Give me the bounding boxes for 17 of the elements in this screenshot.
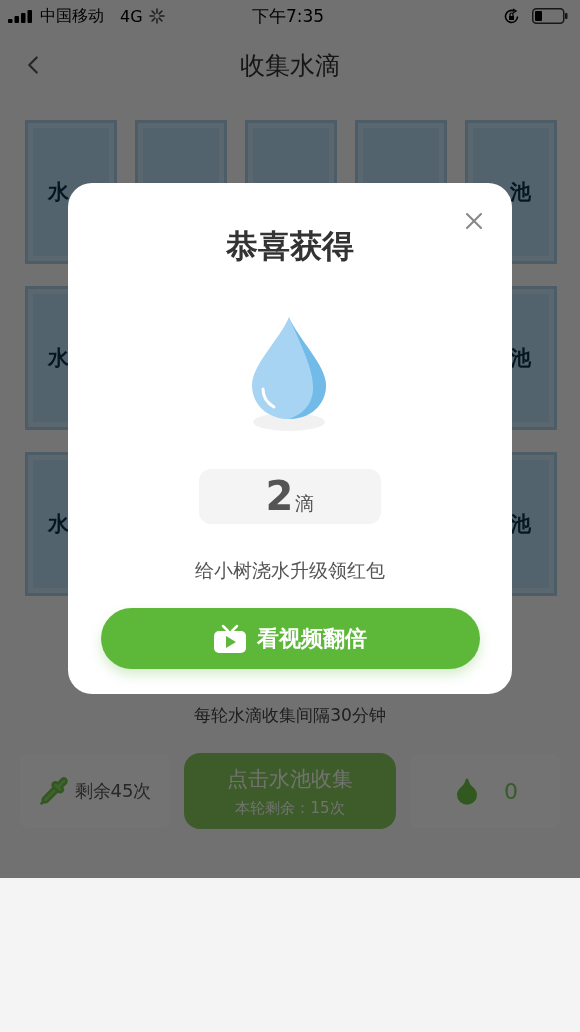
dialog-message: 给小树浇水升级领红包 [195, 558, 385, 583]
pool-label: 水 [48, 345, 69, 372]
carrier-name: 中国移动 [40, 5, 104, 27]
dialog-title: 恭喜获得 [226, 226, 354, 267]
pool-label: 水 [48, 511, 69, 538]
amount-unit: 滴 [295, 491, 315, 516]
pool-label: 池 [510, 511, 531, 538]
pool-label: 池 [510, 179, 531, 206]
status-time: 下午7:35 [251, 4, 325, 28]
network-type: 4G [120, 6, 143, 26]
pool-label: 水 [48, 179, 69, 206]
pool-label: 池 [510, 345, 531, 372]
remaining-count: 剩余45次 [74, 779, 152, 803]
page-title: 收集水滴 [240, 49, 340, 82]
amount-number: 2 [265, 473, 294, 519]
drop-count: 0 [504, 778, 518, 804]
collect-interval-hint: 每轮水滴收集间隔30分钟 [193, 704, 387, 727]
